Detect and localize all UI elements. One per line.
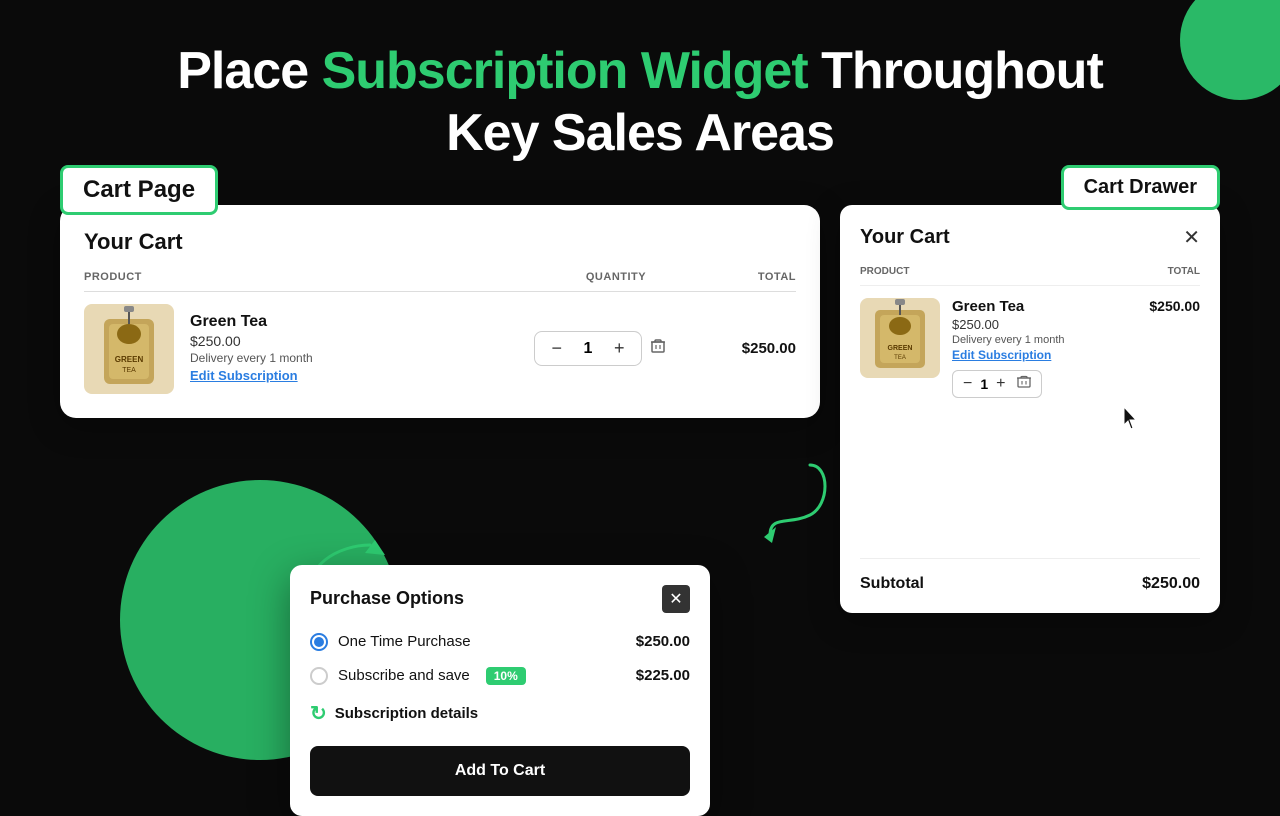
col-product-header: Product [84, 271, 536, 283]
cart-drawer-panel: Your Cart ✕ Product Total GREEN [840, 205, 1220, 613]
drawer-col-product: Product [860, 266, 909, 277]
heading-highlight: Subscription Widget [322, 42, 808, 100]
hero-heading: Place Subscription Widget Throughout Key… [0, 0, 1280, 185]
edit-subscription-link[interactable]: Edit Subscription [190, 368, 298, 383]
modal-title: Purchase Options [310, 588, 464, 609]
quantity-section: − 1 + [520, 331, 680, 366]
drawer-header: Your Cart ✕ [860, 225, 1200, 250]
drawer-qty-value: 1 [980, 376, 988, 392]
delete-item-btn[interactable] [650, 338, 666, 359]
drawer-product-image: GREEN TEA [860, 298, 940, 378]
right-section: Cart Drawer Your Cart ✕ Product Total [840, 175, 1220, 613]
drawer-title: Your Cart [860, 226, 950, 249]
option-one-time-price: $250.00 [636, 633, 690, 650]
drawer-delivery-text: Delivery every 1 month [952, 334, 1149, 346]
quantity-increase-btn[interactable]: + [610, 338, 629, 359]
modal-header: Purchase Options ✕ [310, 585, 690, 613]
cart-title: Your Cart [84, 229, 796, 255]
cart-drawer-label: Cart Drawer [1061, 165, 1220, 210]
heading-plain1: Place [177, 42, 321, 100]
drawer-close-btn[interactable]: ✕ [1183, 225, 1200, 250]
drawer-col-total: Total [1168, 266, 1200, 277]
drawer-qty-increase[interactable]: + [996, 375, 1005, 393]
option-subscribe[interactable]: Subscribe and save 10% $225.00 [310, 667, 690, 685]
cart-panel: Your Cart Product Quantity Total GR [60, 205, 820, 418]
option-one-time-left: One Time Purchase [310, 633, 471, 651]
cart-page-label: Cart Page [60, 165, 218, 215]
drawer-subtotal: Subtotal $250.00 [860, 558, 1200, 593]
option-subscribe-label: Subscribe and save [338, 667, 470, 684]
quantity-control: − 1 + [534, 331, 641, 366]
svg-text:GREEN: GREEN [888, 345, 913, 352]
cursor-indicator [1120, 405, 1140, 438]
product-image: GREEN TEA [84, 304, 174, 394]
drawer-table-header: Product Total [860, 266, 1200, 286]
col-quantity-header: Quantity [536, 271, 696, 283]
drawer-product-price: $250.00 [952, 317, 1149, 332]
drawer-product-info: Green Tea $250.00 Delivery every 1 month… [952, 298, 1149, 362]
product-name: Green Tea [190, 313, 504, 331]
discount-badge: 10% [486, 667, 526, 685]
heading-plain2: Throughout [808, 42, 1103, 100]
svg-text:GREEN: GREEN [115, 355, 144, 364]
cart-item: GREEN TEA Green Tea $250.00 Delivery eve… [84, 304, 796, 394]
purchase-options-modal: Purchase Options ✕ One Time Purchase $25… [290, 565, 710, 816]
subscription-icon: ↻ [310, 701, 327, 726]
subtotal-label: Subtotal [860, 575, 924, 593]
drawer-quantity-control: − 1 + [952, 370, 1042, 398]
col-total-header: Total [696, 271, 796, 283]
drawer-delete-btn[interactable] [1017, 375, 1031, 392]
left-section: Cart Page Your Cart Product Quantity Tot… [60, 195, 820, 613]
drawer-edit-link[interactable]: Edit Subscription [952, 348, 1149, 362]
svg-text:TEA: TEA [894, 355, 906, 361]
item-total: $250.00 [696, 340, 796, 357]
quantity-decrease-btn[interactable]: − [547, 338, 566, 359]
green-arrow-right [750, 455, 830, 560]
subscription-details-label: Subscription details [335, 705, 478, 722]
drawer-item: GREEN TEA Green Tea $250.00 Delivery eve… [860, 298, 1200, 398]
drawer-product-name: Green Tea [952, 298, 1149, 315]
option-one-time-label: One Time Purchase [338, 633, 471, 650]
content-area: Cart Page Your Cart Product Quantity Tot… [0, 195, 1280, 613]
option-subscribe-left: Subscribe and save 10% [310, 667, 526, 685]
drawer-item-details: Green Tea $250.00 Delivery every 1 month… [952, 298, 1200, 398]
cart-table-header: Product Quantity Total [84, 271, 796, 292]
subscription-details-row[interactable]: ↻ Subscription details [310, 701, 690, 726]
svg-text:TEA: TEA [122, 367, 136, 374]
drawer-qty-decrease[interactable]: − [963, 375, 972, 393]
subtotal-value: $250.00 [1142, 575, 1200, 593]
modal-close-btn[interactable]: ✕ [662, 585, 690, 613]
quantity-value: 1 [578, 340, 598, 358]
add-to-cart-btn[interactable]: Add To Cart [310, 746, 690, 796]
radio-subscribe[interactable] [310, 667, 328, 685]
drawer-item-price: $250.00 [1149, 298, 1200, 314]
option-one-time[interactable]: One Time Purchase $250.00 [310, 633, 690, 651]
product-price: $250.00 [190, 333, 504, 349]
heading-line2: Key Sales Areas [446, 104, 834, 162]
radio-one-time[interactable] [310, 633, 328, 651]
product-info: Green Tea $250.00 Delivery every 1 month… [190, 313, 504, 385]
delivery-text: Delivery every 1 month [190, 351, 504, 365]
drawer-item-header: Green Tea $250.00 Delivery every 1 month… [952, 298, 1200, 362]
option-subscribe-price: $225.00 [636, 667, 690, 684]
